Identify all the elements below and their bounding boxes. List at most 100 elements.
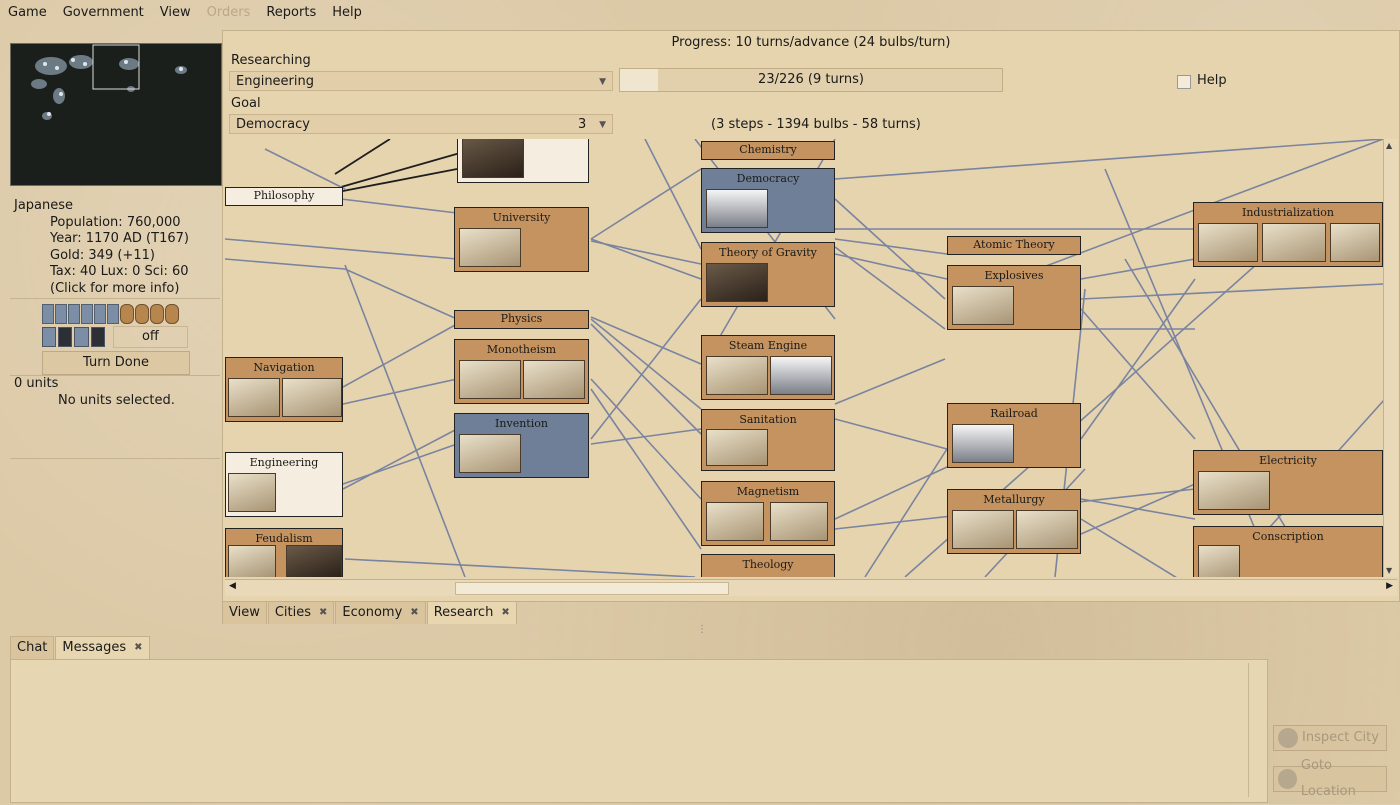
science-rate-icon[interactable] (94, 304, 106, 324)
galleon-icon (770, 502, 828, 541)
scroll-left-icon[interactable]: ◀ (229, 581, 236, 591)
messages-scrollbar[interactable] (1248, 663, 1263, 797)
close-icon[interactable]: ✖ (319, 602, 327, 624)
inspect-city-button: Inspect City (1273, 725, 1387, 751)
close-icon[interactable]: ✖ (410, 602, 418, 624)
gold-rate-icon[interactable] (150, 304, 164, 324)
tech-industrialization[interactable]: Industrialization (1193, 202, 1383, 267)
government-icon (90, 327, 105, 347)
tech-explosives[interactable]: Explosives (947, 265, 1081, 330)
tab-messages[interactable]: Messages ✖ (55, 636, 150, 659)
tech-feudalism[interactable]: Feudalism (225, 528, 343, 577)
tech-magnetism[interactable]: Magnetism (701, 481, 835, 546)
menu-orders: Orders (206, 5, 251, 20)
button-label: Goto Location (1300, 758, 1356, 799)
tech-engineering[interactable]: Engineering (225, 452, 343, 517)
tree-horizontal-scrollbar[interactable]: ◀ ▶ (225, 579, 1397, 596)
tab-chat[interactable]: Chat (10, 636, 55, 659)
menu-game[interactable]: Game (0, 5, 55, 20)
help-checkbox[interactable] (1177, 75, 1191, 89)
scroll-thumb[interactable] (455, 582, 729, 595)
status-icons-row: off (42, 326, 189, 348)
menu-government[interactable]: Government (55, 5, 152, 20)
tech-name: Chemistry (739, 143, 797, 156)
science-rate-icon[interactable] (81, 304, 93, 324)
tech-monotheism[interactable]: Monotheism (454, 339, 589, 404)
tech-chemistry[interactable]: Chemistry (701, 141, 835, 160)
leonardo-icon (459, 434, 521, 473)
more-info-text[interactable]: (Click for more info) (10, 281, 220, 298)
tech-university[interactable]: University (454, 207, 589, 272)
tech-name: Physics (500, 312, 543, 325)
tech-atomic-theory[interactable]: Atomic Theory (947, 236, 1081, 255)
tab-label: Cities (274, 605, 312, 620)
close-icon[interactable]: ✖ (134, 637, 142, 659)
science-rate-icon[interactable] (55, 304, 67, 324)
factory-icon (1262, 223, 1326, 262)
tree-vertical-scrollbar[interactable]: ▲ ▼ (1383, 139, 1398, 577)
university-building-icon (459, 228, 521, 267)
gold-rate-icon[interactable] (120, 304, 134, 324)
tab-research[interactable]: Research ✖ (426, 601, 517, 624)
researching-select[interactable]: Engineering ▼ (229, 71, 613, 91)
scroll-down-icon[interactable]: ▼ (1386, 566, 1392, 575)
sun-tzu-icon (286, 545, 342, 577)
science-rate-icon[interactable] (107, 304, 119, 324)
science-rate-icon[interactable] (68, 304, 80, 324)
tab-economy[interactable]: Economy ✖ (335, 601, 426, 624)
goto-arrow-icon (1278, 769, 1297, 789)
civ-info-panel[interactable]: Japanese Population: 760,000 Year: 1170 … (10, 198, 220, 299)
research-indicator-icon (42, 327, 57, 347)
tech-conscription[interactable]: Conscription (1193, 526, 1383, 577)
tech-name: University (492, 211, 551, 224)
engineers-icon (952, 286, 1014, 325)
minimap[interactable] (10, 43, 222, 186)
frigate-icon (706, 502, 764, 541)
tech-name: Explosives (984, 269, 1044, 282)
menu-help[interactable]: Help (324, 5, 370, 20)
turn-done-button[interactable]: Turn Done (42, 351, 190, 375)
tech-tree[interactable]: Philosophy University Physics Monotheism… (225, 139, 1383, 577)
tech-sanitation[interactable]: Sanitation (701, 409, 835, 471)
help-label[interactable]: Help (1197, 73, 1227, 88)
units-panel: 0 units No units selected. (10, 375, 220, 459)
pane-resize-handle[interactable]: ⋮ (697, 624, 707, 635)
eiffel-tower-icon (770, 356, 832, 395)
michelangelo-icon (523, 360, 585, 399)
goal-select[interactable]: Democracy 3 ▼ (229, 114, 613, 134)
menu-view[interactable]: View (152, 5, 199, 20)
tax-rates-icons[interactable] (42, 304, 190, 324)
tech-metallurgy[interactable]: Metallurgy (947, 489, 1081, 554)
darwin-voyage-icon (952, 424, 1014, 463)
tech-democracy[interactable]: Democracy (701, 168, 835, 233)
tech-physics[interactable]: Physics (454, 310, 589, 329)
transport-ship-icon (1198, 223, 1258, 262)
scroll-up-icon[interactable]: ▲ (1386, 141, 1392, 150)
tech-electricity[interactable]: Electricity (1193, 450, 1383, 515)
close-icon[interactable]: ✖ (501, 602, 509, 624)
gold-rate-icon[interactable] (165, 304, 179, 324)
tab-cities[interactable]: Cities ✖ (267, 601, 335, 624)
messages-list[interactable] (10, 659, 1268, 803)
tech-philosophy[interactable]: Philosophy (225, 187, 343, 206)
tech-theology[interactable]: Theology (701, 554, 835, 577)
tech-railroad[interactable]: Railroad (947, 403, 1081, 468)
tech-name: Atomic Theory (973, 238, 1055, 251)
pikemen-icon (228, 545, 276, 577)
gold-rate-icon[interactable] (135, 304, 149, 324)
nuclear-winter-icon (74, 327, 89, 347)
tech-navigation[interactable]: Navigation (225, 357, 343, 422)
tech-steam-engine[interactable]: Steam Engine (701, 335, 835, 400)
tab-view[interactable]: View (222, 601, 267, 624)
tech-name: Monotheism (486, 343, 557, 356)
scroll-right-icon[interactable]: ▶ (1386, 581, 1393, 591)
tech-unknown-top[interactable] (457, 139, 589, 183)
menubar: Game Government View Orders Reports Help (0, 0, 1400, 25)
bottom-tabs: Chat Messages ✖ (10, 636, 151, 659)
research-progress-text: Progress: 10 turns/advance (24 bulbs/tur… (671, 35, 951, 50)
tech-theory-of-gravity[interactable]: Theory of Gravity (701, 242, 835, 307)
ship-icon (228, 378, 280, 417)
science-rate-icon[interactable] (42, 304, 54, 324)
menu-reports[interactable]: Reports (258, 5, 324, 20)
tech-invention[interactable]: Invention (454, 413, 589, 478)
